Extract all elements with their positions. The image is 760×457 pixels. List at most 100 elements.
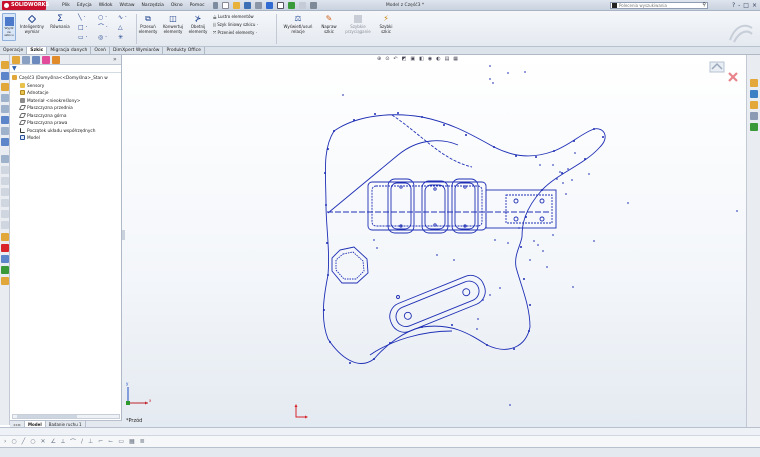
sketch-tool-icon[interactable] xyxy=(1,116,9,124)
bracket-ink-icon[interactable]: ⌐ xyxy=(98,438,103,445)
command-search[interactable]: ⚲ xyxy=(610,2,708,9)
arc-ink-icon[interactable]: ⌒ xyxy=(70,437,76,446)
new-document-icon[interactable] xyxy=(222,2,229,9)
point-icon[interactable]: ✳ xyxy=(118,34,138,41)
sketch-canvas[interactable]: y x xyxy=(122,55,746,427)
sketch-tool-icon[interactable] xyxy=(1,83,9,91)
sketch-tool-icon[interactable] xyxy=(1,188,9,196)
menu-view[interactable]: Widok xyxy=(99,3,113,8)
scrollbar-thumb[interactable] xyxy=(17,415,77,418)
rapid-sketch-button[interactable]: ⚡ Szybki szkic xyxy=(375,14,397,34)
line-icon[interactable]: ╲ · xyxy=(78,14,98,21)
corner-ink-icon[interactable]: ⌙ xyxy=(108,438,113,445)
app-logo[interactable]: SOLIDWORKS xyxy=(2,1,49,10)
tab-office-products[interactable]: Produkty Office xyxy=(163,47,205,54)
sketch-tool-icon[interactable] xyxy=(1,94,9,102)
search-input[interactable] xyxy=(619,3,699,8)
feature-manager-tab-icon[interactable] xyxy=(12,56,20,64)
move-entities-button[interactable]: ⤧ Przenieś elementy · xyxy=(213,29,258,37)
print-icon[interactable] xyxy=(255,2,262,9)
sketch-tool-icon[interactable] xyxy=(1,244,9,252)
sketch-tool-icon[interactable] xyxy=(1,255,9,263)
spline-icon[interactable]: ∿ · xyxy=(118,14,138,21)
sketch-tool-icon[interactable] xyxy=(1,221,9,229)
repair-sketch-button[interactable]: ✎ Napraw szkic xyxy=(318,14,340,34)
display-relations-button[interactable]: ⚖ Wyświetl/usuń relacje xyxy=(281,14,315,34)
mirror-entities-button[interactable]: ⧋ Lustro elementów xyxy=(213,13,258,21)
ellipse-icon[interactable]: ◎ · xyxy=(98,34,118,41)
cross-ink-icon[interactable]: ✕ xyxy=(41,438,46,445)
tree-item-sketch-model[interactable]: Model xyxy=(12,135,119,143)
menu-file[interactable]: Plik xyxy=(62,3,70,8)
select-icon[interactable] xyxy=(277,2,284,9)
angle-ink-icon[interactable]: ∠ xyxy=(51,438,56,445)
slot-icon[interactable]: ▭ · xyxy=(78,34,98,41)
graphics-area[interactable]: ⊕ ⊙ ↶ ◩ ▣ ◧ ◉ ◐ ▤ ▦ y x *Przód xyxy=(122,55,746,427)
expand-panel-icon[interactable]: » xyxy=(113,56,119,64)
sketch-tool-icon[interactable] xyxy=(1,155,9,163)
configuration-manager-tab-icon[interactable] xyxy=(32,56,40,64)
polygon-icon[interactable]: △ xyxy=(118,24,138,31)
design-library-icon[interactable] xyxy=(750,90,758,98)
sketch-tool-icon[interactable] xyxy=(1,61,9,69)
menu-tools[interactable]: Narzędzia xyxy=(142,3,164,8)
sketch-tool-icon[interactable] xyxy=(1,199,9,207)
linear-pattern-button[interactable]: ⣿ Szyk liniowy szkicu · xyxy=(213,21,258,29)
trim-entities-button[interactable]: ⊁ Obetnij elementy xyxy=(187,14,209,34)
tree-item-top-plane[interactable]: Płaszczyzna górna xyxy=(12,112,119,121)
maximize-button[interactable]: □ xyxy=(743,1,749,10)
appearances-icon[interactable] xyxy=(750,123,758,131)
quick-snaps-button[interactable]: Szybkie przyciąganie xyxy=(343,14,373,34)
tree-item-annotations[interactable]: Adnotacje xyxy=(12,90,119,98)
tab-data-migration[interactable]: Migracja danych xyxy=(47,47,92,54)
tab-evaluate[interactable]: Oceń xyxy=(91,47,110,54)
tab-features[interactable]: Operacje xyxy=(0,47,28,54)
property-manager-tab-icon[interactable] xyxy=(22,56,30,64)
rectangle-icon[interactable]: □ · xyxy=(78,24,98,31)
stack-ink-icon[interactable]: ≣ xyxy=(140,438,145,445)
tree-item-origin[interactable]: Początek układu współrzędnych xyxy=(12,127,119,136)
tab-sketch[interactable]: Szkic xyxy=(27,47,48,54)
sketch-tool-icon[interactable] xyxy=(1,266,9,274)
circle-ink-icon[interactable]: ○ xyxy=(11,438,16,445)
tree-item-right-plane[interactable]: Płaszczyzna prawa xyxy=(12,120,119,128)
sketch-tool-icon[interactable] xyxy=(1,166,9,174)
line-ink-icon[interactable]: ╱ xyxy=(22,438,26,445)
options-icon[interactable] xyxy=(310,2,317,9)
sketch-tool-icon[interactable] xyxy=(1,127,9,135)
sketch-tool-icon[interactable] xyxy=(1,72,9,80)
help-button[interactable]: ? xyxy=(732,1,735,10)
tree-item-part[interactable]: Część3 (Domyślna<<Domyślna>_Stan w xyxy=(12,75,119,83)
close-button[interactable]: × xyxy=(752,1,757,10)
slash-ink-icon[interactable]: ∕ xyxy=(81,438,83,445)
dim-ink-icon[interactable]: ⟂ xyxy=(61,438,65,446)
point-ink-icon[interactable]: ○ xyxy=(30,438,35,445)
grid-ink-icon[interactable]: ▦ xyxy=(129,438,135,445)
search-icon[interactable]: ⚲ xyxy=(702,3,706,8)
smart-dimension-button[interactable]: Inteligentny wymiar xyxy=(19,14,45,34)
solidworks-resources-icon[interactable] xyxy=(750,79,758,87)
minimize-button[interactable]: - xyxy=(738,1,740,10)
tree-item-sensors[interactable]: Sensory xyxy=(12,82,119,91)
arc-icon[interactable]: ⌒ · xyxy=(98,24,118,31)
rebuild-icon[interactable] xyxy=(288,2,295,9)
tree-item-front-plane[interactable]: Płaszczyzna przednia xyxy=(12,105,119,113)
offset-entities-button[interactable]: ⧉ Przesuń elementy xyxy=(137,14,159,34)
menu-window[interactable]: Okno xyxy=(171,3,183,8)
sketch-tool-icon[interactable] xyxy=(1,177,9,185)
equations-button[interactable]: Σ Równania xyxy=(48,14,72,30)
sketch-tool-icon[interactable] xyxy=(1,277,9,285)
exit-sketch-button[interactable]: Wyjdź ze szkicu xyxy=(2,13,16,41)
dimxpert-manager-tab-icon[interactable] xyxy=(42,56,50,64)
tree-item-material[interactable]: Materiał <nieokreślony> xyxy=(12,97,119,106)
pin-icon[interactable] xyxy=(213,2,218,9)
open-icon[interactable] xyxy=(233,2,240,9)
file-explorer-icon[interactable] xyxy=(750,101,758,109)
search-scope-icon[interactable] xyxy=(612,3,617,8)
circle-icon[interactable]: ○ · xyxy=(98,14,118,21)
convert-entities-button[interactable]: ◫ Konwertuj elementy xyxy=(161,14,185,34)
scope-ink-icon[interactable]: ⊥ xyxy=(88,438,93,445)
menu-insert[interactable]: Wstaw xyxy=(120,3,135,8)
file-properties-icon[interactable] xyxy=(299,2,306,9)
panel-scrollbar[interactable] xyxy=(12,414,120,419)
